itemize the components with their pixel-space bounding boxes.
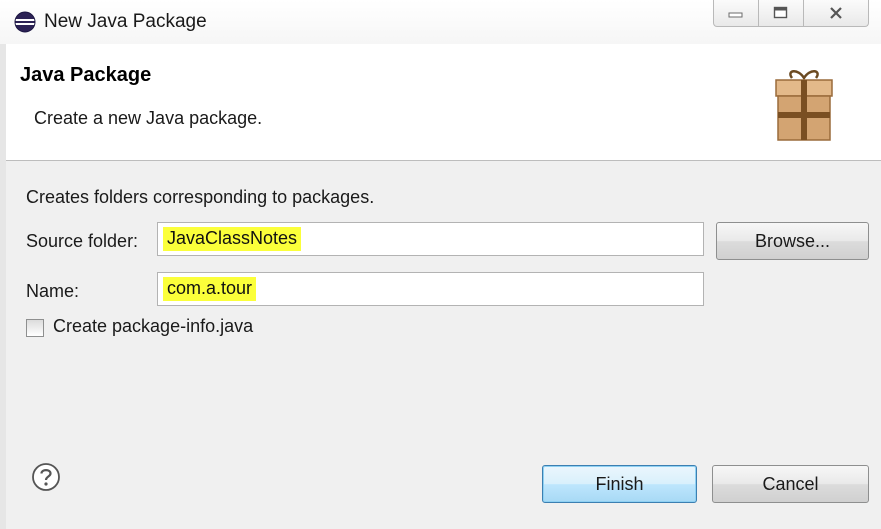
close-icon — [830, 7, 842, 19]
create-package-info-label[interactable]: Create package-info.java — [53, 316, 253, 337]
name-value: com.a.tour — [163, 277, 257, 301]
minimize-button[interactable] — [713, 0, 759, 27]
name-label: Name: — [26, 281, 80, 301]
cancel-button[interactable]: Cancel — [712, 465, 869, 503]
eclipse-icon — [14, 11, 36, 33]
minimize-icon — [728, 12, 743, 18]
browse-button[interactable]: Browse... — [716, 222, 869, 260]
source-folder-input[interactable]: JavaClassNotes — [157, 222, 704, 256]
source-folder-label: Source folder: — [26, 231, 139, 251]
close-button[interactable] — [803, 0, 869, 27]
help-icon[interactable] — [31, 462, 61, 492]
package-icon — [775, 70, 833, 141]
page-subtitle: Create a new Java package. — [34, 108, 263, 128]
window-title: New Java Package — [44, 11, 207, 32]
maximize-icon — [773, 6, 788, 19]
window-controls — [713, 0, 869, 29]
finish-button[interactable]: Finish — [542, 465, 697, 503]
create-package-info-checkbox[interactable] — [26, 319, 44, 337]
page-description: Creates folders corresponding to package… — [26, 187, 375, 207]
page-title: Java Package — [20, 64, 152, 86]
wizard-header: Java Package Create a new Java package. — [6, 44, 881, 161]
source-folder-value: JavaClassNotes — [163, 227, 302, 251]
new-java-package-dialog: New Java Package Java Package Create a n… — [0, 0, 881, 529]
name-input[interactable]: com.a.tour — [157, 272, 704, 306]
title-bar[interactable]: New Java Package — [0, 0, 881, 44]
maximize-button[interactable] — [758, 0, 804, 27]
